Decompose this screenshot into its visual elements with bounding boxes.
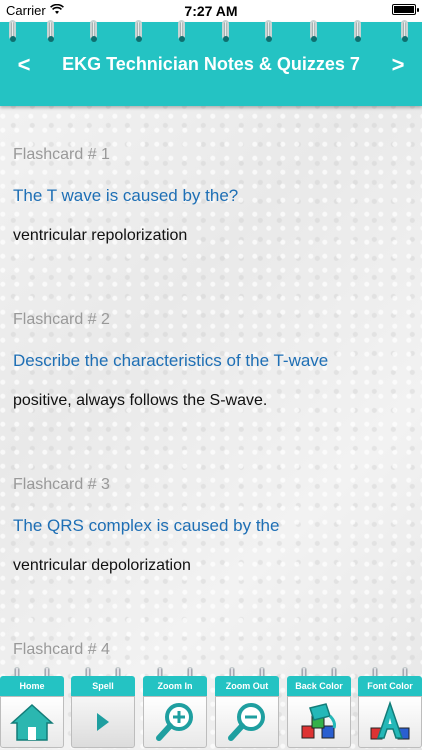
flashcard-answer: ventricular depolorization xyxy=(13,557,191,574)
flashcard-label: Flashcard # 1 xyxy=(13,146,110,163)
zoom-out-icon xyxy=(225,700,269,744)
status-bar: Carrier 7:27 AM xyxy=(0,0,422,22)
next-button[interactable]: > xyxy=(384,52,412,80)
font-color-label: Font Color xyxy=(358,676,422,696)
paint-bucket-icon xyxy=(296,700,342,744)
zoom-in-label: Zoom In xyxy=(143,676,207,696)
flashcard: Flashcard # 3 The QRS complex is caused … xyxy=(13,476,412,575)
back-color-label: Back Color xyxy=(287,676,351,696)
flashcard-question: Describe the characteristics of the T-wa… xyxy=(13,351,329,370)
font-color-button[interactable]: Font Color xyxy=(358,666,422,750)
header-bar: < EKG Technician Notes & Quizzes 7 > xyxy=(0,20,422,106)
flashcard: Flashcard # 2 Describe the characteristi… xyxy=(13,311,412,410)
flashcard: Flashcard # 4 xyxy=(13,641,412,659)
battery-icon xyxy=(392,4,419,15)
flashcard-list[interactable]: Flashcard # 1 The T wave is caused by th… xyxy=(0,106,422,670)
page-title: EKG Technician Notes & Quizzes 7 xyxy=(62,54,360,74)
zoom-out-button[interactable]: Zoom Out xyxy=(215,666,279,750)
spell-button[interactable]: Spell xyxy=(71,666,135,750)
home-button[interactable]: Home xyxy=(0,666,64,750)
flashcard-label: Flashcard # 2 xyxy=(13,311,110,328)
home-label: Home xyxy=(0,676,64,696)
home-icon xyxy=(9,702,55,742)
play-icon xyxy=(93,710,113,734)
flashcard-question: The QRS complex is caused by the xyxy=(13,516,280,535)
zoom-in-button[interactable]: Zoom In xyxy=(143,666,207,750)
flashcard-label: Flashcard # 3 xyxy=(13,476,110,493)
flashcard-answer: positive, always follows the S-wave. xyxy=(13,392,268,409)
font-color-icon xyxy=(367,700,413,744)
bottom-toolbar: Home Spell Zoom In Zoom Out Back Color F… xyxy=(0,666,422,750)
zoom-in-icon xyxy=(153,700,197,744)
back-color-button[interactable]: Back Color xyxy=(287,666,351,750)
flashcard-label: Flashcard # 4 xyxy=(13,641,110,658)
spell-label: Spell xyxy=(71,676,135,696)
flashcard: Flashcard # 1 The T wave is caused by th… xyxy=(13,146,412,245)
flashcard-answer: ventricular repolorization xyxy=(13,227,188,244)
flashcard-question: The T wave is caused by the? xyxy=(13,186,239,205)
zoom-out-label: Zoom Out xyxy=(215,676,279,696)
spiral-binding xyxy=(0,20,422,52)
status-time: 7:27 AM xyxy=(184,3,238,19)
